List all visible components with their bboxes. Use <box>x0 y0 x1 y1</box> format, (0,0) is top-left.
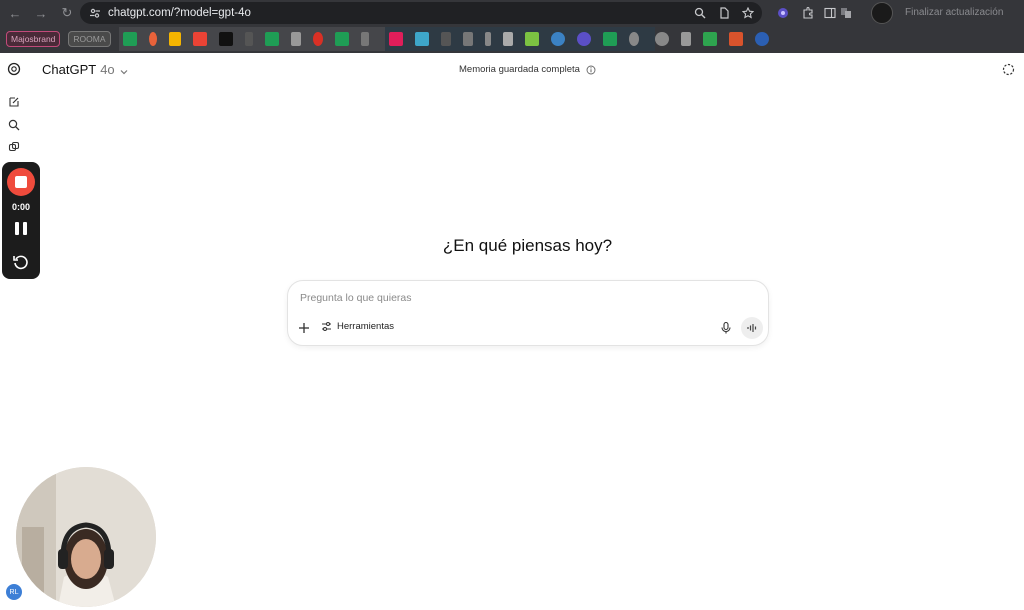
sheets-icon[interactable] <box>264 32 279 46</box>
pause-icon[interactable] <box>15 222 27 235</box>
back-icon[interactable]: ← <box>2 0 28 26</box>
bookmark-icon[interactable] <box>440 32 451 46</box>
prompt-input[interactable] <box>300 292 740 304</box>
recording-time: 0:00 <box>11 202 30 212</box>
bookmark-icon[interactable] <box>680 32 691 46</box>
profile-avatar[interactable] <box>871 2 893 24</box>
waveform-icon <box>747 324 757 332</box>
bookmark-icon[interactable] <box>414 32 429 46</box>
bookmark-icon[interactable] <box>360 32 369 46</box>
model-version: 4o <box>100 62 115 77</box>
model-name: ChatGPT <box>42 62 97 77</box>
tools-label: Herramientas <box>337 321 395 332</box>
sheets-icon[interactable] <box>122 32 137 46</box>
sheets-icon[interactable] <box>334 32 349 46</box>
user-avatar[interactable]: RL <box>6 584 22 600</box>
model-selector[interactable]: ChatGPT 4o <box>42 62 129 77</box>
translate-icon[interactable] <box>837 4 855 22</box>
stop-recording-button[interactable] <box>7 168 35 196</box>
bookmarks-bar: Majosbrand ROOMA <box>0 27 1024 51</box>
plus-icon[interactable] <box>297 321 311 335</box>
bookmark-icon[interactable] <box>244 32 253 46</box>
bookmark-icon[interactable] <box>576 32 591 46</box>
gmail-icon[interactable] <box>192 32 207 46</box>
tools-button[interactable]: Herramientas <box>321 321 394 332</box>
bookmark-majosbrand[interactable]: Majosbrand <box>6 31 61 47</box>
bookmark-icon[interactable] <box>484 32 491 46</box>
memory-status: Memoria guardada completa <box>459 64 596 75</box>
bookmark-icon[interactable] <box>502 32 513 46</box>
new-chat-icon[interactable] <box>7 95 21 109</box>
search-icon[interactable] <box>7 118 21 132</box>
bookmark-icon[interactable] <box>628 32 639 46</box>
bookmark-icon[interactable] <box>312 32 323 46</box>
greeting-heading: ¿En qué piensas hoy? <box>442 236 613 255</box>
extensions-puzzle-icon[interactable] <box>799 4 817 22</box>
docs-icon[interactable] <box>290 32 301 46</box>
bookmark-icon[interactable] <box>218 32 233 46</box>
bookmark-icon[interactable] <box>702 32 717 46</box>
voice-mode-button[interactable] <box>741 317 763 339</box>
bookmark-icon[interactable] <box>148 32 157 46</box>
library-icon[interactable] <box>7 140 21 154</box>
check-icon[interactable] <box>728 32 743 46</box>
composer: Herramientas <box>287 280 769 346</box>
page-icon[interactable] <box>716 5 732 21</box>
bookmark-icon[interactable] <box>462 32 473 46</box>
webcam-person-image <box>16 467 156 607</box>
temporary-chat-icon[interactable] <box>1002 63 1015 76</box>
bookmark-rooma[interactable]: ROOMA <box>68 31 111 47</box>
browser-chrome: ← → ↻ chatgpt.com/?model=gpt-4o Finaliza… <box>0 0 1024 53</box>
url-text[interactable]: chatgpt.com/?model=gpt-4o <box>108 7 251 19</box>
omnibox[interactable]: chatgpt.com/?model=gpt-4o <box>80 2 762 24</box>
update-button[interactable]: Finalizar actualización <box>905 7 1003 18</box>
zoom-icon[interactable] <box>692 5 708 21</box>
forward-icon[interactable]: → <box>28 0 54 26</box>
star-icon[interactable] <box>740 5 756 21</box>
memory-status-text: Memoria guardada completa <box>459 64 580 75</box>
address-bar-row: ← → ↻ chatgpt.com/?model=gpt-4o Finaliza… <box>0 0 1024 26</box>
site-settings-icon[interactable] <box>88 6 102 20</box>
slack-icon[interactable] <box>388 32 403 46</box>
globe-icon[interactable] <box>654 32 669 46</box>
bookmark-icon[interactable] <box>550 32 565 46</box>
webcam-overlay <box>16 467 156 607</box>
microphone-icon[interactable] <box>719 321 733 335</box>
sheets-icon[interactable] <box>602 32 617 46</box>
info-icon[interactable] <box>586 65 596 75</box>
chart-icon[interactable] <box>168 32 181 46</box>
screen-recorder-panel: 0:00 <box>2 162 40 279</box>
bookmark-icon[interactable] <box>754 32 769 46</box>
stop-icon <box>15 176 27 188</box>
reload-icon[interactable]: ↻ <box>54 0 80 26</box>
sliders-icon <box>322 322 331 331</box>
extension-icon[interactable] <box>774 4 792 22</box>
chevron-down-icon <box>119 65 129 75</box>
bookmark-icon[interactable] <box>524 32 539 46</box>
openai-logo-icon[interactable] <box>7 62 21 76</box>
